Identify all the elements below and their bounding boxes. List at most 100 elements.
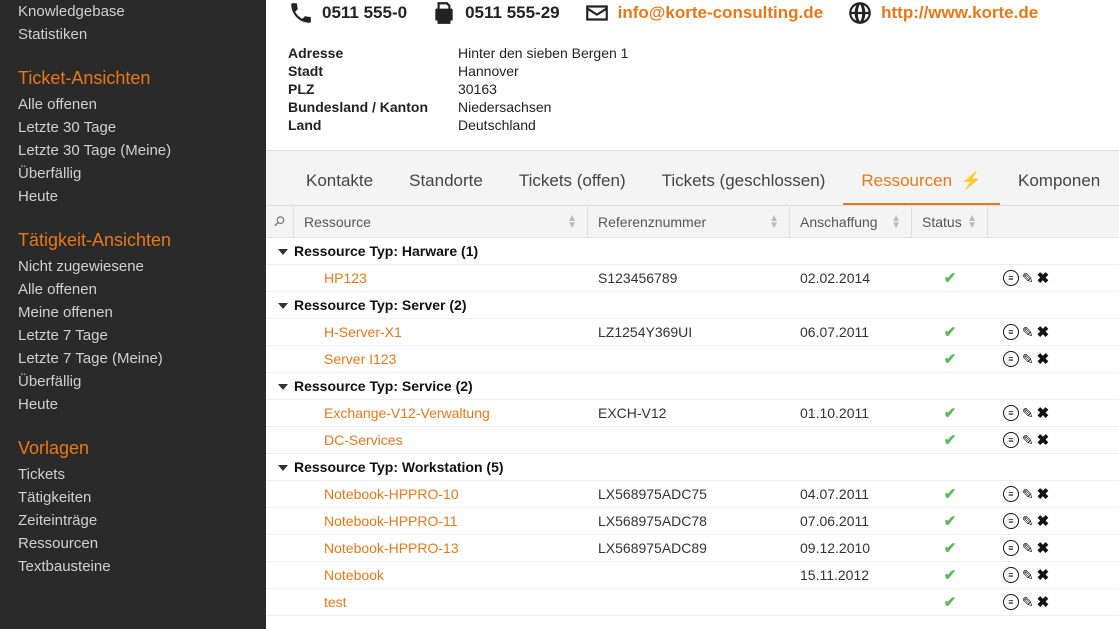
nav-item[interactable]: Tickets [18, 463, 266, 486]
nav-section-title: Tätigkeit-Ansichten [18, 230, 266, 251]
delete-icon[interactable]: ✖ [1037, 485, 1050, 503]
delete-icon[interactable]: ✖ [1037, 593, 1050, 611]
edit-icon[interactable]: ✎ [1022, 486, 1034, 503]
nav-item[interactable]: Heute [18, 393, 266, 416]
details-icon[interactable]: ≡ [1003, 486, 1019, 502]
nav-item[interactable]: Textbausteine [18, 555, 266, 578]
cell-status: ✔ [912, 481, 988, 507]
edit-icon[interactable]: ✎ [1022, 405, 1034, 422]
resource-link[interactable]: HP123 [324, 270, 367, 286]
delete-icon[interactable]: ✖ [1037, 539, 1050, 557]
delete-icon[interactable]: ✖ [1037, 350, 1050, 368]
table-row[interactable]: Notebook15.11.2012✔≡✎✖ [266, 562, 1119, 589]
delete-icon[interactable]: ✖ [1037, 323, 1050, 341]
email[interactable]: info@korte-consulting.de [584, 0, 823, 26]
details-icon[interactable]: ≡ [1003, 594, 1019, 610]
edit-icon[interactable]: ✎ [1022, 567, 1034, 584]
col-status[interactable]: Status▲▼ [912, 207, 988, 237]
group-row[interactable]: Ressource Typ: Harware (1) [266, 238, 1119, 265]
edit-icon[interactable]: ✎ [1022, 270, 1034, 287]
nav-item[interactable]: Knowledgebase [18, 0, 266, 23]
group-row[interactable]: Ressource Typ: Service (2) [266, 373, 1119, 400]
resource-link[interactable]: Notebook-HPPRO-10 [324, 486, 459, 502]
table-row[interactable]: Notebook-HPPRO-13LX568975ADC8909.12.2010… [266, 535, 1119, 562]
table-row[interactable]: DC-Services✔≡✎✖ [266, 427, 1119, 454]
edit-icon[interactable]: ✎ [1022, 540, 1034, 557]
cell-actions: ≡✎✖ [988, 400, 1064, 426]
delete-icon[interactable]: ✖ [1037, 512, 1050, 530]
check-icon: ✔ [944, 567, 957, 584]
edit-icon[interactable]: ✎ [1022, 324, 1034, 341]
group-row[interactable]: Ressource Typ: Workstation (5) [266, 454, 1119, 481]
delete-icon[interactable]: ✖ [1037, 404, 1050, 422]
edit-icon[interactable]: ✎ [1022, 432, 1034, 449]
table-row[interactable]: Exchange-V12-VerwaltungEXCH-V1201.10.201… [266, 400, 1119, 427]
resource-link[interactable]: Notebook-HPPRO-13 [324, 540, 459, 556]
tab-tickets-geschlossen[interactable]: Tickets (geschlossen) [644, 165, 844, 205]
nav-item[interactable]: Meine offenen [18, 301, 266, 324]
cell-attach [266, 436, 294, 444]
nav-item[interactable]: Letzte 7 Tage [18, 324, 266, 347]
delete-icon[interactable]: ✖ [1037, 566, 1050, 584]
tab-tickets-offen[interactable]: Tickets (offen) [501, 165, 644, 205]
nav-item[interactable]: Zeiteinträge [18, 509, 266, 532]
col-referenznummer[interactable]: Referenznummer▲▼ [588, 207, 790, 237]
tab-ressourcen[interactable]: Ressourcen ⚡ [843, 165, 1000, 205]
value-address: Hinter den sieben Bergen 1 [458, 44, 628, 62]
edit-icon[interactable]: ✎ [1022, 351, 1034, 368]
cell-refnum [588, 571, 790, 579]
sort-icon: ▲▼ [891, 215, 901, 229]
table-row[interactable]: H-Server-X1LZ1254Y369UI06.07.2011✔≡✎✖ [266, 319, 1119, 346]
nav-item[interactable]: Alle offenen [18, 278, 266, 301]
cell-refnum [588, 355, 790, 363]
nav-item[interactable]: Ressourcen [18, 532, 266, 555]
nav-item[interactable]: Letzte 7 Tage (Meine) [18, 347, 266, 370]
table-row[interactable]: Notebook-HPPRO-11LX568975ADC7807.06.2011… [266, 508, 1119, 535]
delete-icon[interactable]: ✖ [1037, 269, 1050, 287]
nav-item[interactable]: Alle offenen [18, 93, 266, 116]
details-icon[interactable]: ≡ [1003, 324, 1019, 340]
resource-link[interactable]: Exchange-V12-Verwaltung [324, 405, 490, 421]
cell-status: ✔ [912, 319, 988, 345]
cell-acquired [790, 436, 912, 444]
nav-item[interactable]: Überfällig [18, 162, 266, 185]
nav-item[interactable]: Letzte 30 Tage [18, 116, 266, 139]
edit-icon[interactable]: ✎ [1022, 594, 1034, 611]
cell-status: ✔ [912, 508, 988, 534]
tab-standorte[interactable]: Standorte [391, 165, 501, 205]
nav-item[interactable]: Heute [18, 185, 266, 208]
nav-item[interactable]: Nicht zugewiesene [18, 255, 266, 278]
table-row[interactable]: Notebook-HPPRO-10LX568975ADC7504.07.2011… [266, 481, 1119, 508]
edit-icon[interactable]: ✎ [1022, 513, 1034, 530]
tab-kontakte[interactable]: Kontakte [288, 165, 391, 205]
col-anschaffung-label: Anschaffung [800, 214, 878, 230]
details-icon[interactable]: ≡ [1003, 351, 1019, 367]
col-anschaffung[interactable]: Anschaffung ▲▼ [790, 207, 912, 237]
resource-link[interactable]: Notebook-HPPRO-11 [324, 513, 458, 529]
details-icon[interactable]: ≡ [1003, 432, 1019, 448]
table-row[interactable]: test✔≡✎✖ [266, 589, 1119, 616]
nav-item[interactable]: Tätigkeiten [18, 486, 266, 509]
cell-actions: ≡✎✖ [988, 481, 1064, 507]
details-icon[interactable]: ≡ [1003, 540, 1019, 556]
details-icon[interactable]: ≡ [1003, 270, 1019, 286]
delete-icon[interactable]: ✖ [1037, 431, 1050, 449]
resource-link[interactable]: DC-Services [324, 432, 403, 448]
details-icon[interactable]: ≡ [1003, 567, 1019, 583]
details-icon[interactable]: ≡ [1003, 513, 1019, 529]
resource-link[interactable]: test [324, 594, 347, 610]
col-ressource[interactable]: Ressource▲▼ [294, 207, 588, 237]
resource-link[interactable]: Notebook [324, 567, 384, 583]
details-icon[interactable]: ≡ [1003, 405, 1019, 421]
tab-komponenten[interactable]: Komponen [1000, 165, 1118, 205]
table-row[interactable]: HP123S12345678902.02.2014✔≡✎✖ [266, 265, 1119, 292]
nav-item[interactable]: Letzte 30 Tage (Meine) [18, 139, 266, 162]
resource-link[interactable]: H-Server-X1 [324, 324, 402, 340]
nav-item[interactable]: Statistiken [18, 23, 266, 46]
table-row[interactable]: Server I123✔≡✎✖ [266, 346, 1119, 373]
resource-link[interactable]: Server I123 [324, 351, 396, 367]
nav-item[interactable]: Überfällig [18, 370, 266, 393]
website[interactable]: http://www.korte.de [847, 0, 1038, 26]
col-attachment[interactable]: ⚲ [266, 206, 294, 237]
group-row[interactable]: Ressource Typ: Server (2) [266, 292, 1119, 319]
